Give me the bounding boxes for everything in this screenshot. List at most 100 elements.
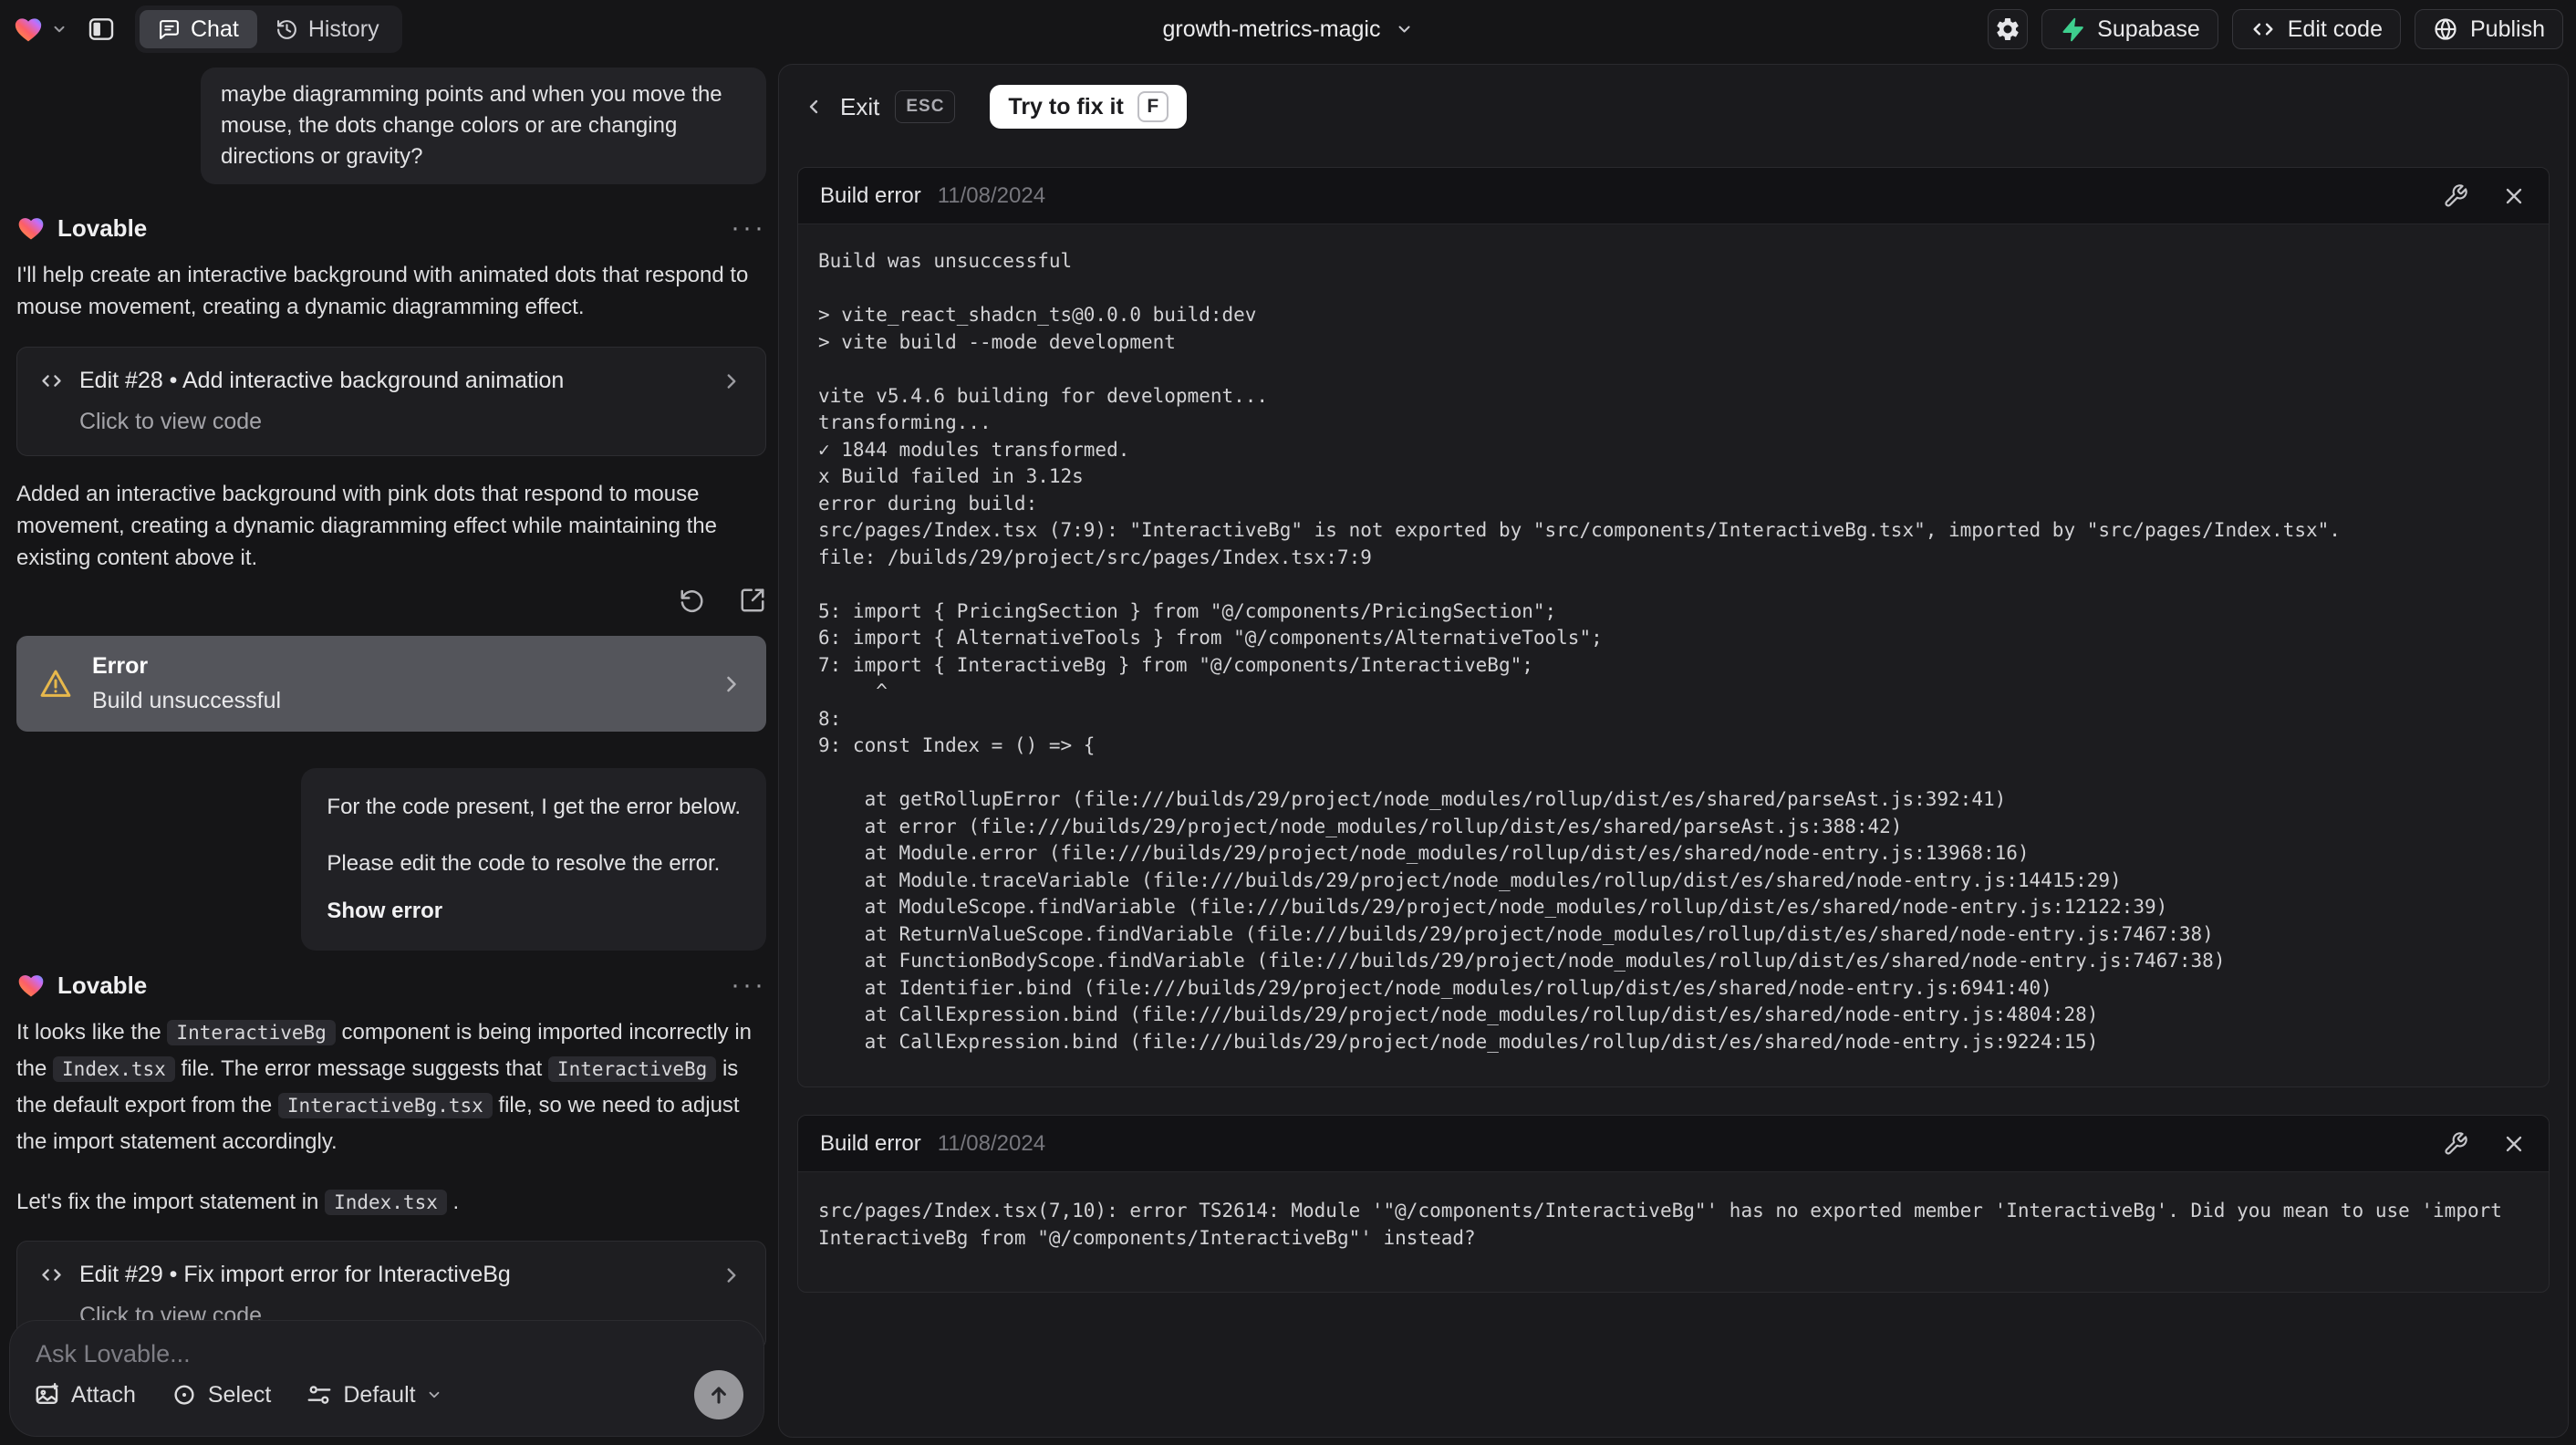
sidebar-toggle-button[interactable] [80, 8, 122, 50]
build-error-log: src/pages/Index.tsx(7,10): error TS2614:… [818, 1200, 2514, 1249]
chat-message-list[interactable]: maybe diagramming points and when you mo… [0, 58, 778, 1445]
wrench-icon[interactable] [2443, 1131, 2468, 1157]
inline-code: InteractiveBg.tsx [277, 1093, 493, 1118]
show-error-link[interactable]: Show error [327, 896, 741, 927]
chevron-right-icon [727, 373, 736, 389]
esc-key-badge: ESC [895, 90, 956, 123]
lovable-heart-icon [15, 18, 42, 42]
top-bar: Chat History growth-metrics-magic Supaba… [0, 0, 2576, 58]
exit-button[interactable]: Exit ESC [803, 90, 956, 123]
supabase-icon [2062, 17, 2083, 42]
error-banner-title: Error [92, 653, 149, 679]
error-card-title: Build error [820, 1130, 921, 1156]
error-card-header: Build error 11/08/2024 [798, 168, 2549, 224]
edit-card-title: Edit #28 • Add interactive background an… [79, 368, 565, 393]
error-card-body[interactable]: Build was unsuccessful > vite_react_shad… [798, 224, 2549, 1086]
error-card-actions [2443, 1131, 2527, 1157]
arrow-up-icon [712, 1387, 726, 1404]
supabase-button[interactable]: Supabase [2041, 9, 2218, 49]
assistant-paragraph: Added an interactive background with pin… [16, 482, 717, 570]
inline-code: InteractiveBg [547, 1056, 717, 1082]
edit-code-button[interactable]: Edit code [2231, 9, 2401, 49]
user-message-bubble: maybe diagramming points and when you mo… [201, 68, 766, 184]
error-workspace-panel: Exit ESC Try to fix it F Build error 11/… [778, 64, 2569, 1438]
build-error-card: Build error 11/08/2024 src/pages/Index.t… [797, 1115, 2550, 1293]
chevron-right-icon [727, 676, 736, 691]
chevron-down-icon [1398, 26, 1410, 33]
inline-code: Index.tsx [325, 1190, 447, 1215]
lovable-heart-icon [18, 218, 44, 240]
chat-icon [160, 19, 179, 39]
tab-history[interactable]: History [257, 10, 398, 48]
sender-name: Lovable [57, 213, 148, 242]
send-button[interactable] [694, 1370, 743, 1419]
chat-input[interactable] [34, 1339, 528, 1369]
user-message-text: maybe diagramming points and when you mo… [221, 82, 722, 169]
sliders-icon [307, 1386, 331, 1404]
select-label: Select [207, 1381, 272, 1408]
chat-composer: Attach Select Default [9, 1320, 764, 1437]
assistant-paragraph: I'll help create an interactive backgrou… [16, 263, 749, 319]
message-actions [16, 587, 766, 614]
composer-toolbar: Attach Select Default [34, 1370, 743, 1419]
code-brackets-icon [42, 1269, 61, 1281]
supabase-label: Supabase [2097, 16, 2200, 42]
publish-label: Publish [2470, 16, 2545, 42]
chevron-down-icon [54, 26, 65, 33]
build-error-card: Build error 11/08/2024 Build was unsucce… [797, 167, 2550, 1087]
tab-chat-label: Chat [191, 16, 239, 42]
code-brackets-icon [2253, 23, 2273, 36]
f-key-badge: F [1137, 91, 1169, 122]
error-card-body[interactable]: src/pages/Index.tsx(7,10): error TS2614:… [798, 1172, 2549, 1292]
lovable-heart-icon [18, 975, 44, 997]
publish-button[interactable]: Publish [2415, 9, 2563, 49]
select-button[interactable]: Select [171, 1381, 271, 1409]
close-icon[interactable] [2501, 183, 2527, 209]
more-options-icon[interactable]: ··· [731, 214, 766, 242]
topbar-right-group: Supabase Edit code Publish [1988, 9, 2563, 49]
inline-code: Index.tsx [53, 1056, 175, 1082]
assistant-message-header: Lovable ··· [16, 213, 766, 243]
lovable-app: Chat History growth-metrics-magic Supaba… [0, 0, 2576, 1445]
attach-button[interactable]: Attach [34, 1381, 136, 1409]
tab-history-label: History [307, 16, 379, 42]
edit-code-label: Edit code [2287, 16, 2383, 42]
assistant-paragraph: It looks like the InteractiveBg componen… [16, 1020, 753, 1154]
try-to-fix-button[interactable]: Try to fix it F [990, 85, 1187, 129]
retry-icon[interactable] [679, 587, 706, 614]
fix-toolbar: Exit ESC Try to fix it F [779, 65, 2568, 167]
error-banner-text: Error Build unsuccessful [92, 653, 281, 714]
chat-panel: maybe diagramming points and when you mo… [0, 58, 778, 1445]
build-error-banner[interactable]: Error Build unsuccessful [16, 636, 766, 732]
code-brackets-icon [42, 375, 61, 387]
assistant-paragraph: Let's fix the import statement in Index.… [16, 1190, 460, 1215]
focus-select-icon [174, 1385, 194, 1405]
exit-label: Exit [840, 92, 880, 120]
edit-version-card-28[interactable]: Edit #28 • Add interactive background an… [16, 347, 766, 456]
tab-chat[interactable]: Chat [140, 10, 257, 48]
settings-button[interactable] [1988, 9, 2029, 49]
build-error-log: Build was unsuccessful > vite_react_shad… [818, 250, 2341, 1053]
warning-triangle-icon [40, 670, 71, 697]
open-preview-icon[interactable] [739, 587, 766, 614]
chevron-left-icon [809, 99, 818, 114]
globe-icon [2435, 18, 2457, 40]
sender-name: Lovable [57, 971, 148, 999]
lovable-logo-menu[interactable] [13, 14, 68, 45]
close-icon[interactable] [2501, 1131, 2527, 1157]
project-title-button[interactable]: growth-metrics-magic [1163, 0, 1414, 58]
wrench-icon[interactable] [2443, 183, 2468, 209]
model-selector-button[interactable]: Default [306, 1381, 441, 1409]
chat-history-tabs: Chat History [135, 5, 402, 53]
assistant-message-header: Lovable ··· [16, 971, 766, 1000]
error-card-title: Build error [820, 182, 921, 208]
edit-card-subtitle: Click to view code [79, 409, 263, 434]
more-options-icon[interactable]: ··· [731, 972, 766, 999]
history-icon [276, 19, 296, 39]
attach-label: Attach [71, 1381, 136, 1408]
error-banner-subtitle: Build unsuccessful [92, 688, 282, 713]
user-message-text: Please edit the code to resolve the erro… [327, 851, 721, 876]
main-area: maybe diagramming points and when you mo… [0, 58, 2576, 1445]
error-card-header: Build error 11/08/2024 [798, 1116, 2549, 1172]
error-card-date: 11/08/2024 [937, 182, 1046, 208]
